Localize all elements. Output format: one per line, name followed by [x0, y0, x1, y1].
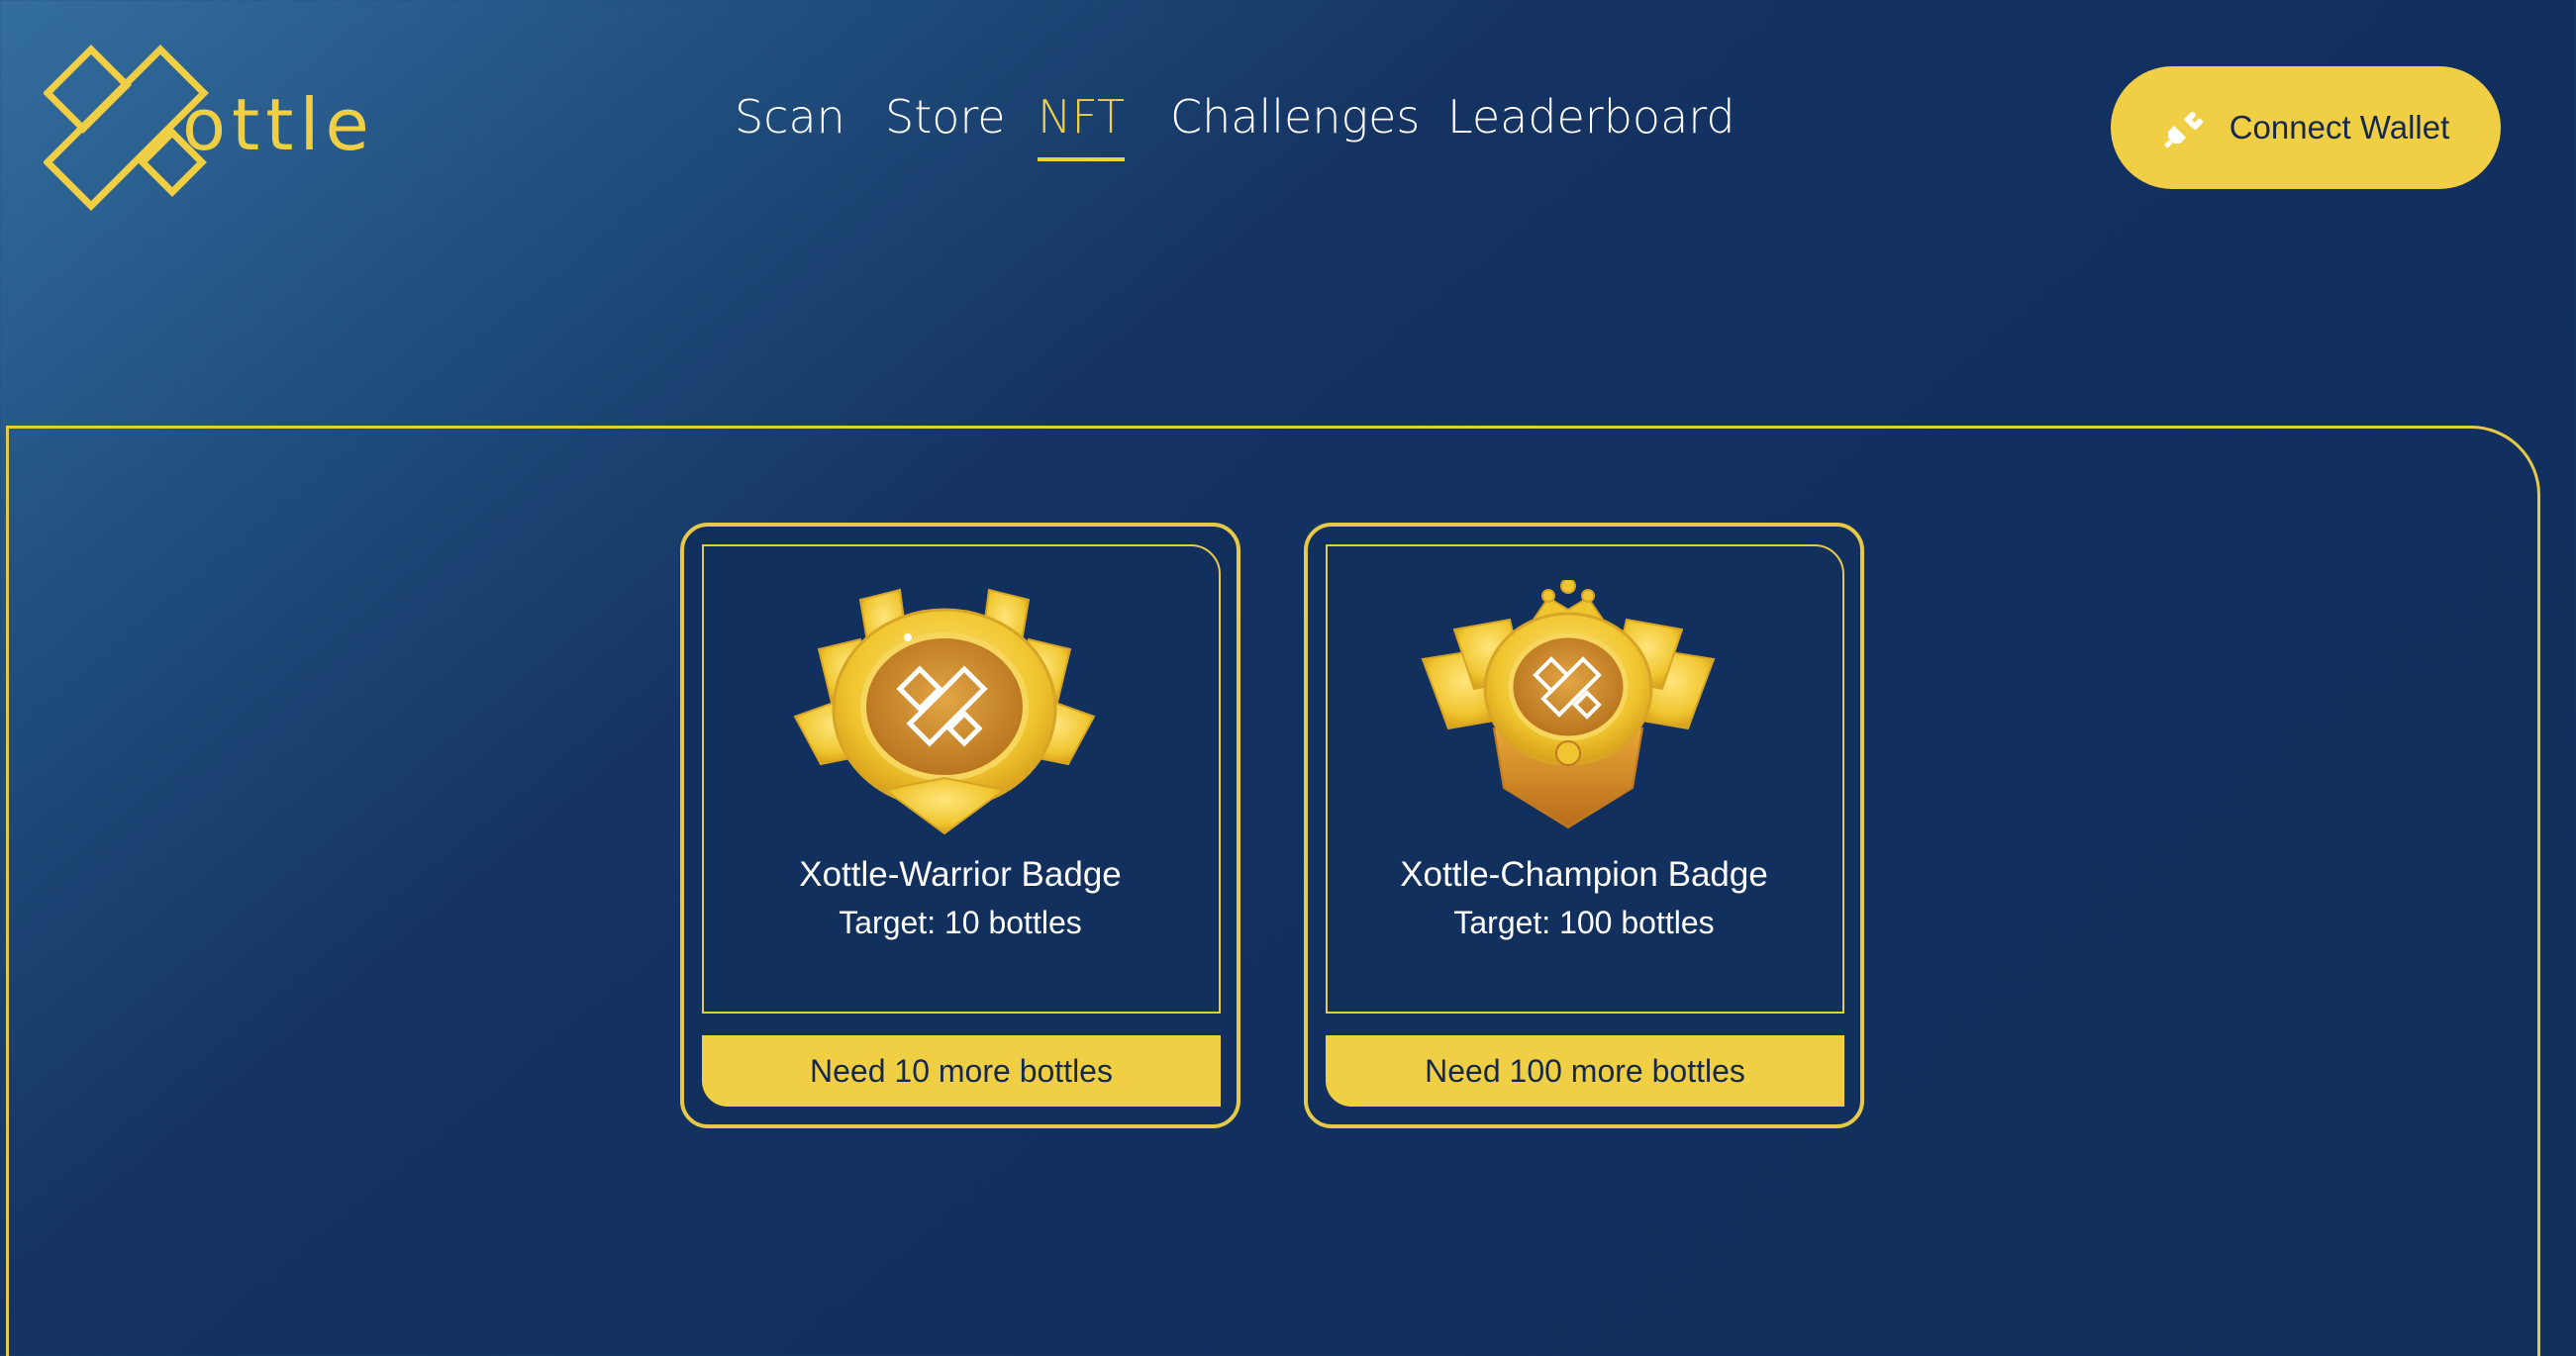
badge-card-champion: Xottle-Champion Badge Target: 100 bottle… — [1304, 523, 1864, 1128]
badge-target: Target: 10 bottles — [839, 905, 1082, 940]
badge-progress-button[interactable]: Need 100 more bottles — [1326, 1035, 1844, 1107]
nav-scan[interactable]: Scan — [735, 91, 845, 144]
badge-card-warrior: Xottle-Warrior Badge Target: 10 bottles … — [680, 523, 1240, 1128]
xottle-logo[interactable]: ottle — [44, 44, 369, 212]
connect-wallet-label: Connect Wallet — [2229, 109, 2450, 145]
nav-leaderboard[interactable]: Leaderboard — [1447, 91, 1735, 144]
nav-nft[interactable]: NFT — [1038, 91, 1126, 161]
connect-wallet-button[interactable]: Connect Wallet — [2111, 66, 2501, 189]
badge-target: Target: 100 bottles — [1453, 905, 1715, 940]
badge-progress-button[interactable]: Need 10 more bottles — [702, 1035, 1221, 1107]
logo-wordmark: ottle — [182, 83, 375, 166]
badge-title: Xottle-Warrior Badge — [799, 855, 1122, 894]
nft-badges-panel — [6, 426, 2540, 1356]
champion-badge-icon — [1421, 580, 1716, 829]
nav-challenges[interactable]: Challenges — [1170, 91, 1420, 144]
nav-store[interactable]: Store — [885, 91, 1006, 144]
plug-icon — [2164, 111, 2203, 148]
warrior-badge-icon — [793, 588, 1096, 835]
badge-title: Xottle-Champion Badge — [1400, 855, 1768, 894]
